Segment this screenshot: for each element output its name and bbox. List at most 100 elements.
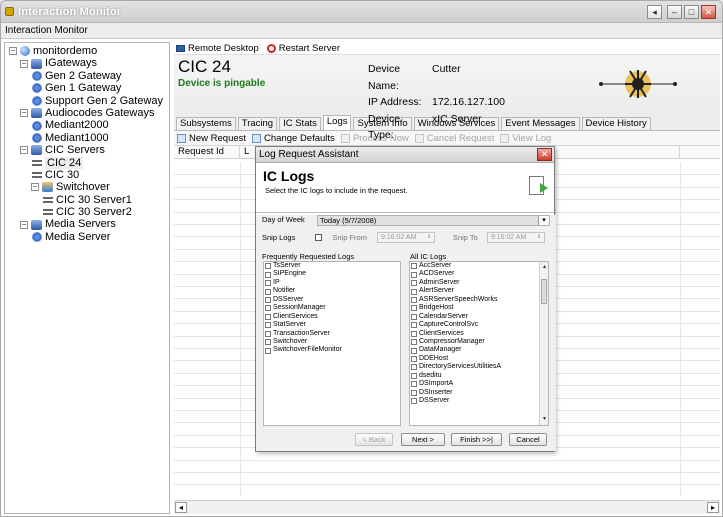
tree-item[interactable]: Support Gen 2 Gateway bbox=[5, 95, 169, 107]
tree-item[interactable]: CIC 24 bbox=[5, 156, 169, 169]
nav-back-icon[interactable]: ◂ bbox=[647, 5, 662, 19]
log-list-item[interactable]: ClientServices bbox=[264, 313, 400, 321]
scroll-up-icon[interactable]: ▴ bbox=[541, 264, 548, 271]
restart-server-button[interactable]: Restart Server bbox=[266, 43, 340, 54]
log-list-item[interactable]: AlertServer bbox=[410, 287, 548, 295]
log-list-item[interactable]: DSInserter bbox=[410, 389, 548, 397]
log-list-item[interactable]: DSServer bbox=[264, 296, 400, 304]
tree-item[interactable]: Gen 1 Gateway bbox=[5, 82, 169, 94]
log-checkbox[interactable] bbox=[411, 381, 417, 388]
next-button[interactable]: Next > bbox=[401, 433, 445, 446]
log-checkbox[interactable] bbox=[411, 356, 417, 363]
log-checkbox[interactable] bbox=[265, 347, 271, 354]
dialog-title-bar[interactable]: Log Request Assistant ✕ bbox=[256, 147, 554, 163]
change-defaults-button[interactable]: Change Defaults bbox=[252, 133, 335, 144]
log-list-item[interactable]: DSImportA bbox=[410, 380, 548, 388]
title-bar[interactable]: Interaction Monitor ◂ – □ ✕ bbox=[1, 1, 722, 23]
log-checkbox[interactable] bbox=[265, 288, 271, 295]
tree-item[interactable]: − Media Servers bbox=[5, 218, 169, 230]
chevron-down-icon[interactable]: ▾ bbox=[538, 216, 549, 225]
tree-item[interactable]: Gen 2 Gateway bbox=[5, 70, 169, 82]
log-list-item[interactable]: CompressorManager bbox=[410, 338, 548, 346]
log-list-item[interactable]: IP bbox=[264, 279, 400, 287]
log-list-item[interactable]: ClientServices bbox=[410, 330, 548, 338]
log-list-item[interactable]: DataManager bbox=[410, 346, 548, 354]
new-request-button[interactable]: New Request bbox=[177, 133, 246, 144]
collapse-icon[interactable]: − bbox=[20, 109, 28, 118]
log-checkbox[interactable] bbox=[411, 280, 417, 287]
back-button[interactable]: < Back bbox=[355, 433, 393, 446]
log-list-item[interactable]: AdminServer bbox=[410, 279, 548, 287]
log-list-item[interactable]: StatServer bbox=[264, 321, 400, 329]
scroll-right-icon[interactable]: ▸ bbox=[707, 502, 719, 513]
log-checkbox[interactable] bbox=[411, 313, 417, 320]
log-checkbox[interactable] bbox=[265, 263, 271, 270]
tree-item[interactable]: − monitordemo bbox=[5, 45, 169, 57]
cancel-button[interactable]: Cancel bbox=[509, 433, 547, 446]
log-list-item[interactable]: TsServer bbox=[264, 262, 400, 270]
snip-to-field[interactable]: 9:16:02 AM ⇕ bbox=[486, 232, 545, 243]
collapse-icon[interactable]: − bbox=[20, 220, 28, 229]
frequent-logs-list[interactable]: TsServer SIPEngine IP Notifier DSServer Sessi… bbox=[263, 261, 401, 426]
log-list-item[interactable]: DirectoryServicesUtilitiesA bbox=[410, 363, 548, 371]
log-checkbox[interactable] bbox=[265, 330, 271, 337]
view-log-button[interactable]: View Log bbox=[500, 133, 551, 144]
log-list-item[interactable]: CalendarServer bbox=[410, 313, 548, 321]
day-of-week-select[interactable]: Today (5/7/2008) ▾ bbox=[317, 215, 550, 226]
server-tree[interactable]: − monitordemo − IGateways Gen 2 Gateway Gen 1… bbox=[4, 42, 170, 514]
log-list-item[interactable]: ACDServer bbox=[410, 270, 548, 278]
log-list-item[interactable]: BridgeHost bbox=[410, 304, 548, 312]
spinner-icon[interactable]: ⇕ bbox=[427, 234, 433, 241]
log-list-item[interactable]: TransactionServer bbox=[264, 330, 400, 338]
tab-ic-stats[interactable]: IC Stats bbox=[279, 117, 321, 130]
log-checkbox[interactable] bbox=[411, 263, 417, 270]
tree-item[interactable]: Mediant2000 bbox=[5, 119, 169, 131]
collapse-icon[interactable]: − bbox=[20, 146, 28, 155]
log-list-item[interactable]: SIPEngine bbox=[264, 270, 400, 278]
log-checkbox[interactable] bbox=[411, 339, 417, 346]
collapse-icon[interactable]: − bbox=[31, 183, 39, 192]
log-checkbox[interactable] bbox=[265, 305, 271, 312]
spinner-icon[interactable]: ⇕ bbox=[537, 234, 543, 241]
log-checkbox[interactable] bbox=[265, 313, 271, 320]
scroll-thumb[interactable] bbox=[541, 279, 547, 304]
log-list-item[interactable]: CaptureControlSvc bbox=[410, 321, 548, 329]
tree-item[interactable]: Mediant1000 bbox=[5, 132, 169, 144]
finish-button[interactable]: Finish >>| bbox=[451, 433, 502, 446]
tab-event-messages[interactable]: Event Messages bbox=[501, 117, 580, 130]
log-list-item[interactable]: SwitchoverFileMonitor bbox=[264, 346, 400, 354]
tree-item[interactable]: − IGateways bbox=[5, 57, 169, 69]
tree-item[interactable]: Media Server bbox=[5, 231, 169, 243]
scroll-down-icon[interactable]: ▾ bbox=[541, 416, 548, 423]
collapse-icon[interactable]: − bbox=[9, 47, 17, 56]
maximize-button[interactable]: □ bbox=[684, 5, 699, 19]
collapse-icon[interactable]: − bbox=[20, 59, 28, 68]
log-list-item[interactable]: Notifier bbox=[264, 287, 400, 295]
tab-tracing[interactable]: Tracing bbox=[237, 117, 278, 130]
log-checkbox[interactable] bbox=[411, 389, 417, 396]
log-checkbox[interactable] bbox=[265, 271, 271, 278]
log-list-item[interactable]: DSServer bbox=[410, 397, 548, 405]
all-logs-list[interactable]: AccServer ACDServer AdminServer AlertServer… bbox=[409, 261, 549, 426]
tree-item[interactable]: CIC 30 Server1 bbox=[5, 194, 169, 206]
menu-item-interaction-monitor[interactable]: Interaction Monitor bbox=[5, 25, 88, 36]
log-list-item[interactable]: SessionManager bbox=[264, 304, 400, 312]
log-checkbox[interactable] bbox=[265, 322, 271, 329]
log-checkbox[interactable] bbox=[411, 305, 417, 312]
tab-device-history[interactable]: Device History bbox=[581, 117, 651, 130]
log-checkbox[interactable] bbox=[265, 280, 271, 287]
snip-logs-checkbox[interactable] bbox=[315, 234, 323, 241]
scroll-left-icon[interactable]: ◂ bbox=[175, 502, 187, 513]
log-checkbox[interactable] bbox=[411, 398, 417, 405]
tree-item[interactable]: − Switchover bbox=[5, 181, 169, 193]
log-checkbox[interactable] bbox=[411, 288, 417, 295]
minimize-button[interactable]: – bbox=[667, 5, 682, 19]
tree-item[interactable]: CIC 30 Server2 bbox=[5, 206, 169, 218]
snip-from-field[interactable]: 9:16:02 AM ⇕ bbox=[376, 232, 435, 243]
log-checkbox[interactable] bbox=[411, 347, 417, 354]
log-list-item[interactable]: AccServer bbox=[410, 262, 548, 270]
tree-item[interactable]: − CIC Servers bbox=[5, 144, 169, 156]
log-checkbox[interactable] bbox=[411, 271, 417, 278]
log-checkbox[interactable] bbox=[411, 330, 417, 337]
all-logs-scrollbar[interactable]: ▴ ▾ bbox=[539, 262, 548, 425]
